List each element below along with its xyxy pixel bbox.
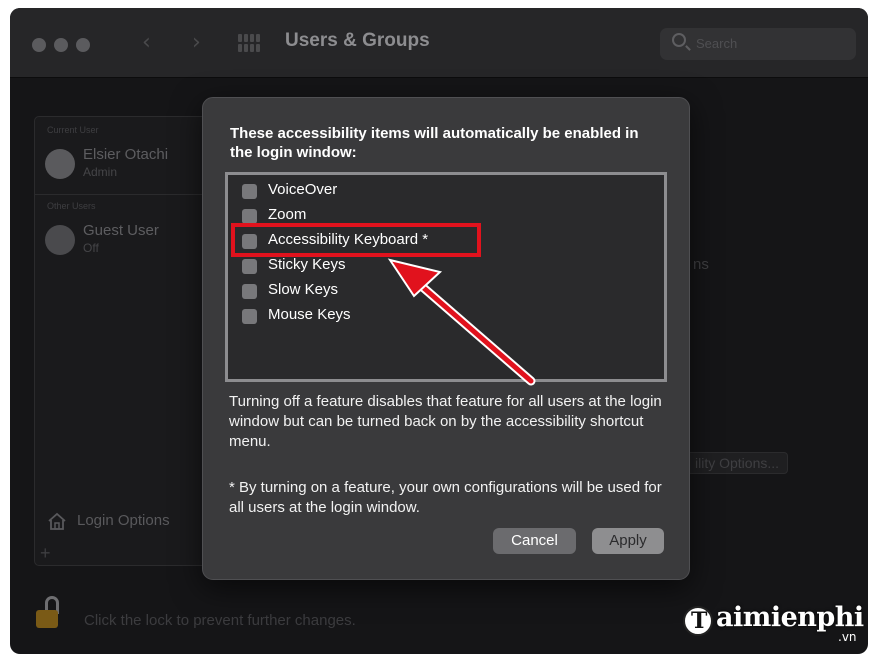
- user-name: Guest User: [83, 222, 159, 239]
- apply-button[interactable]: Apply: [592, 528, 664, 554]
- close-window-button[interactable]: [32, 38, 46, 52]
- item-label: Slow Keys: [268, 281, 339, 298]
- item-label: Mouse Keys: [268, 306, 351, 323]
- title-bar: ‹ › Users & Groups Search: [10, 8, 868, 78]
- accessibility-items-list: VoiceOver Zoom Accessibility Keyboard * …: [225, 172, 667, 382]
- sidebar-item-guest-user[interactable]: Guest User Off: [45, 221, 210, 263]
- user-role: Admin: [83, 165, 118, 179]
- add-user-button[interactable]: +: [40, 543, 51, 564]
- house-icon: [48, 512, 66, 530]
- accessibility-options-button[interactable]: ility Options...: [686, 452, 789, 474]
- sidebar-divider: [35, 194, 211, 195]
- login-options-item[interactable]: Login Options: [45, 507, 213, 537]
- other-users-section-label: Other Users: [47, 201, 96, 211]
- watermark-tld: .vn: [838, 630, 857, 644]
- sidebar-item-admin-user[interactable]: Elsier Otachi Admin: [45, 145, 210, 187]
- item-label: Zoom: [268, 206, 307, 223]
- checkbox[interactable]: [242, 259, 257, 274]
- highlight-box-annotation: [231, 223, 481, 257]
- chevron-right-icon[interactable]: ›: [192, 30, 201, 55]
- user-name: Elsier Otachi: [83, 146, 169, 163]
- login-options-label: Login Options: [77, 512, 170, 529]
- avatar: [45, 149, 75, 179]
- window-title: Users & Groups: [285, 30, 430, 51]
- minimize-window-button[interactable]: [54, 38, 68, 52]
- background-partial-text: ns: [693, 256, 709, 273]
- dialog-heading: These accessibility items will automatic…: [230, 125, 639, 161]
- chevron-left-icon[interactable]: ‹: [142, 30, 151, 55]
- checkbox[interactable]: [242, 209, 257, 224]
- search-placeholder: Search: [696, 36, 738, 51]
- dialog-note: Turning off a feature disables that feat…: [229, 393, 662, 450]
- checkbox[interactable]: [242, 284, 257, 299]
- lock-status-text: Click the lock to prevent further change…: [84, 612, 356, 629]
- list-item-mouse-keys[interactable]: Mouse Keys: [242, 305, 542, 327]
- current-user-section-label: Current User: [47, 125, 99, 135]
- list-item-sticky-keys[interactable]: Sticky Keys: [242, 255, 542, 277]
- checkbox[interactable]: [242, 309, 257, 324]
- show-all-grid-icon[interactable]: [238, 34, 260, 52]
- list-item-slow-keys[interactable]: Slow Keys: [242, 280, 542, 302]
- brand-logo-icon: [683, 606, 713, 636]
- item-label: Sticky Keys: [268, 256, 346, 273]
- checkbox[interactable]: [242, 184, 257, 199]
- lock-icon[interactable]: [36, 596, 59, 628]
- zoom-window-button[interactable]: [76, 38, 90, 52]
- list-item-voiceover[interactable]: VoiceOver: [242, 180, 542, 202]
- user-role: Off: [83, 241, 99, 255]
- cancel-button[interactable]: Cancel: [493, 528, 576, 554]
- dialog-footnote: * By turning on a feature, your own conf…: [229, 479, 662, 516]
- search-icon: [672, 33, 686, 47]
- avatar: [45, 225, 75, 255]
- users-sidebar: Current User Elsier Otachi Admin Other U…: [34, 116, 212, 566]
- search-input[interactable]: Search: [660, 28, 856, 60]
- accessibility-login-dialog: These accessibility items will automatic…: [202, 97, 690, 580]
- item-label: VoiceOver: [268, 181, 338, 198]
- watermark-brand: aimienphi: [716, 602, 864, 633]
